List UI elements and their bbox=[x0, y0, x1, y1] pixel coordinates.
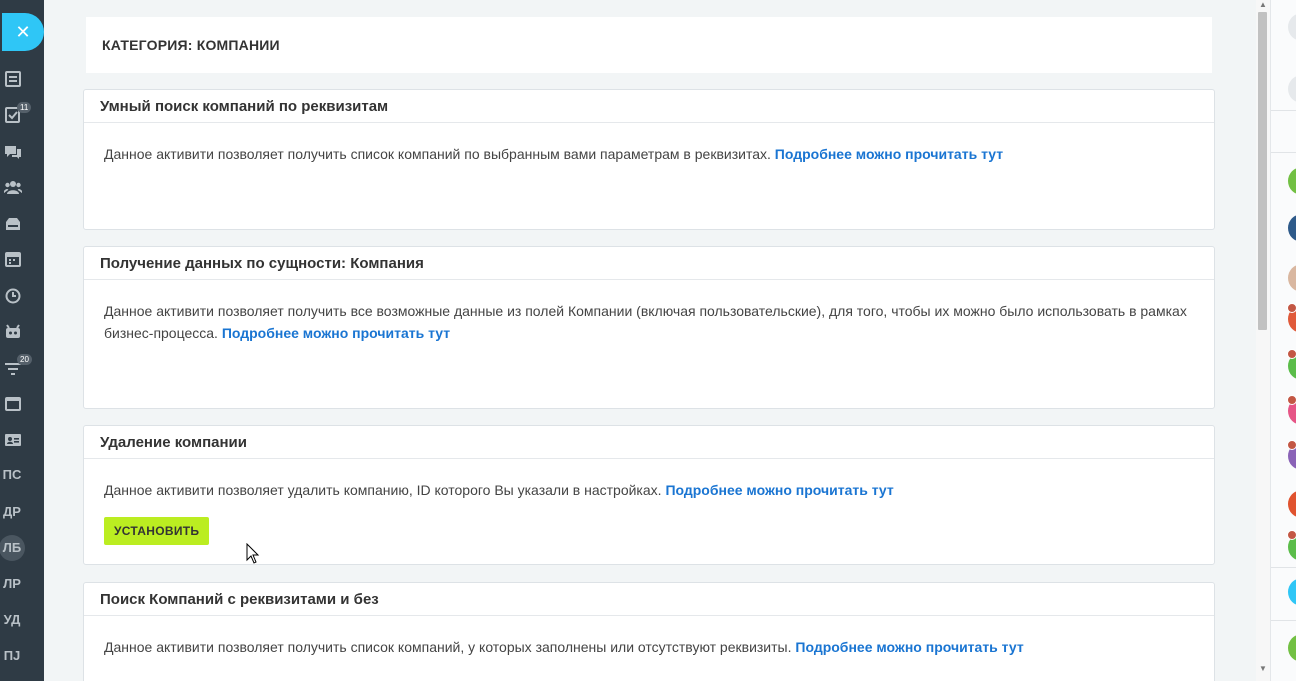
avatar[interactable] bbox=[1288, 578, 1296, 606]
card-description: Данное активити позволяет получить списо… bbox=[84, 123, 1214, 165]
page-title: КАТЕГОРИЯ: КОМПАНИИ bbox=[102, 37, 280, 53]
read-more-link[interactable]: Подробнее можно прочитать тут bbox=[222, 325, 450, 341]
vertical-scrollbar[interactable]: ▲ ▼ bbox=[1256, 0, 1270, 681]
calendar-icon[interactable] bbox=[4, 251, 22, 267]
avatar[interactable] bbox=[1288, 264, 1296, 292]
avatar[interactable] bbox=[1288, 490, 1296, 518]
card-text: Данное активити позволяет получить списо… bbox=[104, 146, 771, 162]
scroll-thumb[interactable] bbox=[1258, 12, 1267, 330]
card-title: Получение данных по сущности: Компания bbox=[84, 247, 1214, 280]
chat-icon[interactable] bbox=[4, 144, 22, 160]
user-shortcut-ps[interactable]: ПС bbox=[0, 467, 24, 482]
status-badge bbox=[1287, 349, 1296, 359]
divider bbox=[1271, 620, 1296, 621]
read-more-link[interactable]: Подробнее можно прочитать тут bbox=[665, 482, 893, 498]
mouse-cursor-icon bbox=[246, 543, 260, 564]
card-description: Данное активити позволяет получить списо… bbox=[84, 616, 1214, 658]
activity-card: Умный поиск компаний по реквизитам Данно… bbox=[83, 89, 1215, 230]
drive-icon[interactable] bbox=[4, 216, 22, 232]
scroll-down-icon[interactable]: ▼ bbox=[1259, 664, 1267, 673]
filter-counter: 20 bbox=[17, 354, 32, 365]
avatar[interactable] bbox=[1288, 167, 1296, 195]
divider bbox=[1271, 567, 1296, 568]
sites-icon[interactable] bbox=[4, 396, 22, 412]
notifications-icon[interactable] bbox=[1288, 75, 1296, 103]
category-header: КАТЕГОРИЯ: КОМПАНИИ bbox=[86, 17, 1212, 73]
status-badge bbox=[1287, 303, 1296, 313]
card-title: Поиск Компаний с реквизитами и без bbox=[84, 583, 1214, 616]
read-more-link[interactable]: Подробнее можно прочитать тут bbox=[775, 146, 1003, 162]
left-sidebar: ✕ 11 20 ПС ДР ЛБ ЛР УД ПJ bbox=[0, 0, 44, 681]
groups-icon[interactable] bbox=[4, 179, 22, 195]
user-shortcut-ud[interactable]: УД bbox=[0, 612, 24, 627]
card-title: Удаление компании bbox=[84, 426, 1214, 459]
status-badge bbox=[1287, 440, 1296, 450]
scroll-up-icon[interactable]: ▲ bbox=[1259, 0, 1267, 9]
user-shortcut-lb[interactable]: ЛБ bbox=[0, 535, 25, 561]
card-title: Умный поиск компаний по реквизитам bbox=[84, 90, 1214, 123]
read-more-link[interactable]: Подробнее можно прочитать тут bbox=[795, 639, 1023, 655]
robot-icon[interactable] bbox=[4, 323, 22, 339]
close-icon[interactable]: ✕ bbox=[2, 13, 44, 51]
card-text: Данное активити позволяет удалить компан… bbox=[104, 482, 662, 498]
contacts-icon[interactable] bbox=[4, 432, 22, 448]
user-shortcut-lr[interactable]: ЛР bbox=[0, 576, 24, 591]
card-description: Данное активити позволяет получить все в… bbox=[84, 280, 1214, 344]
status-badge bbox=[1287, 530, 1296, 540]
avatar[interactable] bbox=[1288, 634, 1296, 662]
status-badge bbox=[1287, 395, 1296, 405]
install-button[interactable]: УСТАНОВИТЬ bbox=[104, 517, 210, 545]
activity-card: Получение данных по сущности: Компания Д… bbox=[83, 246, 1215, 409]
activity-card: Поиск Компаний с реквизитами и без Данно… bbox=[83, 582, 1215, 681]
feed-icon[interactable] bbox=[4, 71, 22, 87]
user-shortcut-pj[interactable]: ПJ bbox=[0, 648, 24, 663]
time-icon[interactable] bbox=[4, 288, 22, 304]
tasks-counter: 11 bbox=[17, 102, 32, 113]
card-text: Данное активити позволяет получить списо… bbox=[104, 639, 792, 655]
avatar[interactable] bbox=[1288, 214, 1296, 242]
right-panel bbox=[1270, 0, 1296, 681]
card-description: Данное активити позволяет удалить компан… bbox=[84, 459, 1214, 545]
divider bbox=[1271, 110, 1296, 111]
divider bbox=[1271, 152, 1296, 153]
search-icon[interactable] bbox=[1288, 13, 1296, 41]
user-shortcut-dr[interactable]: ДР bbox=[0, 504, 24, 519]
